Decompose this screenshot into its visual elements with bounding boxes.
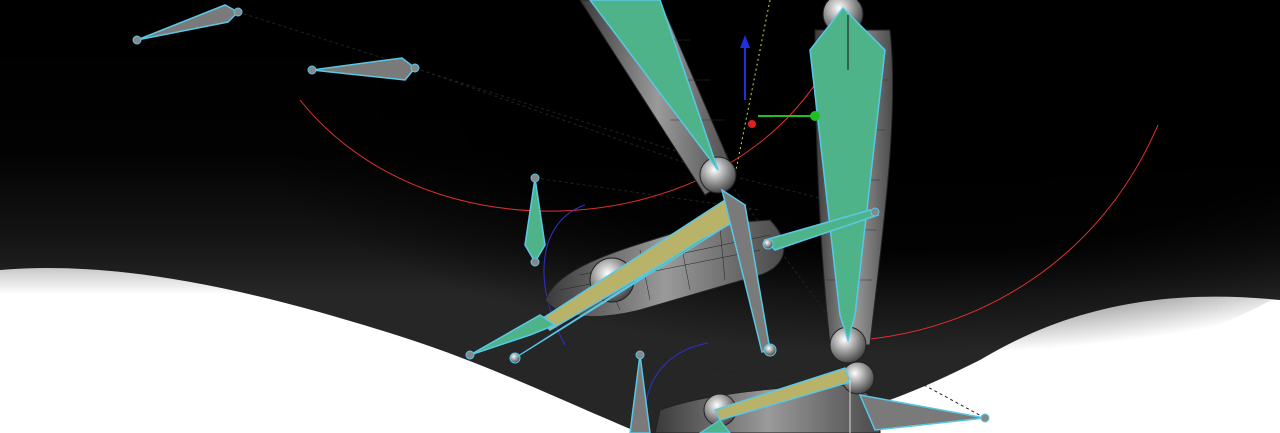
scene-canvas[interactable] <box>0 0 1280 433</box>
gizmo-x-handle-icon[interactable] <box>748 120 756 128</box>
3d-viewport[interactable] <box>0 0 1280 433</box>
gizmo-y-handle-icon[interactable] <box>810 111 820 121</box>
